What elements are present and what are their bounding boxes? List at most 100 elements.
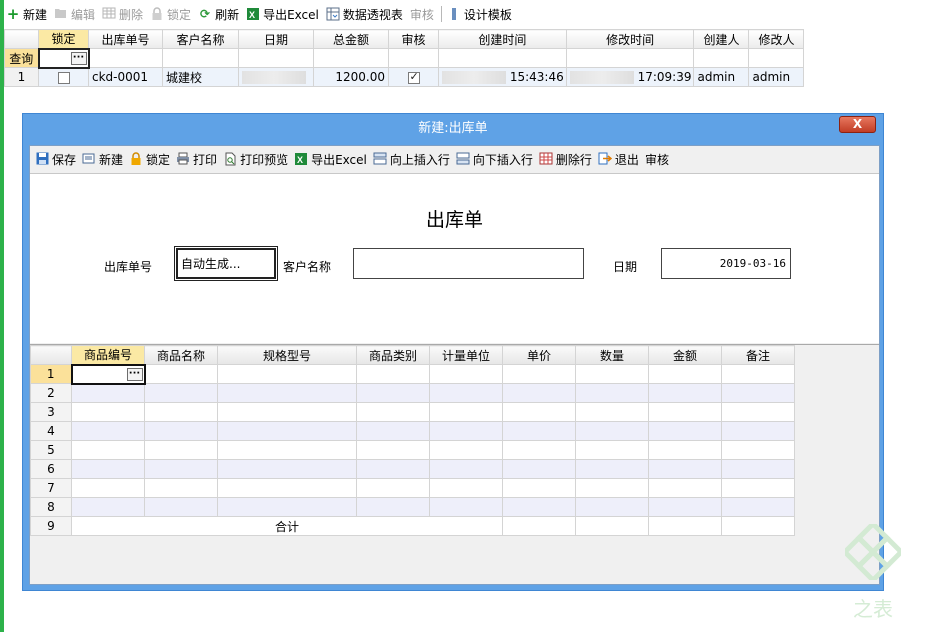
query-cell-modified-time[interactable] — [565, 48, 695, 68]
modifier-cell[interactable]: admin — [748, 67, 805, 87]
grid-cell[interactable] — [502, 497, 576, 517]
dialog-lock-button[interactable]: 锁定 — [129, 148, 170, 170]
column-header-spec-model[interactable]: 规格型号 — [217, 345, 357, 365]
column-header-product-category[interactable]: 商品类别 — [356, 345, 430, 365]
table-row[interactable]: 1 ··· — [30, 363, 795, 385]
table-row[interactable]: 8 — [30, 497, 795, 517]
grid-cell[interactable] — [502, 402, 576, 422]
grid-cell[interactable] — [71, 478, 145, 498]
grid-cell[interactable] — [429, 459, 503, 479]
grid-cell[interactable] — [144, 383, 218, 403]
grid-cell[interactable] — [429, 440, 503, 460]
column-header-remark[interactable]: 备注 — [721, 345, 795, 365]
total-cell[interactable]: 1200.00 — [313, 67, 389, 87]
grid-cell[interactable] — [144, 497, 218, 517]
grid-cell[interactable] — [71, 497, 145, 517]
ellipsis-button[interactable]: ··· — [70, 52, 87, 65]
dialog-export-excel-button[interactable]: X 导出Excel — [294, 148, 367, 170]
created-time-cell[interactable]: 15:43:46 — [438, 67, 567, 87]
design-template-button[interactable]: 设计模板 — [447, 3, 512, 25]
pivot-table-button[interactable]: 数据透视表 — [326, 3, 403, 25]
grid-cell[interactable] — [648, 421, 722, 441]
grid-cell[interactable] — [502, 478, 576, 498]
column-header-modified-time[interactable]: 修改时间 — [565, 29, 695, 49]
grid-cell[interactable] — [575, 459, 649, 479]
grid-cell[interactable] — [356, 459, 430, 479]
grid-cell[interactable] — [502, 421, 576, 441]
grid-cell[interactable] — [356, 421, 430, 441]
query-cell-creator[interactable] — [693, 48, 750, 68]
grid-cell[interactable] — [502, 440, 576, 460]
query-cell-customer[interactable] — [162, 48, 239, 68]
table-row[interactable]: 4 — [30, 421, 795, 441]
grid-cell[interactable] — [71, 402, 145, 422]
grid-cell[interactable] — [575, 478, 649, 498]
grid-cell[interactable] — [502, 383, 576, 403]
grid-cell[interactable] — [721, 478, 795, 498]
insert-row-below-button[interactable]: 向下插入行 — [456, 148, 533, 170]
column-header-unit-price[interactable]: 单价 — [502, 345, 576, 365]
column-header-creator[interactable]: 创建人 — [693, 29, 750, 49]
grid-cell[interactable] — [356, 440, 430, 460]
grid-cell[interactable] — [721, 497, 795, 517]
grid-cell[interactable] — [217, 459, 357, 479]
grid-cell[interactable] — [356, 478, 430, 498]
grid-cell[interactable] — [71, 459, 145, 479]
query-cell-locked[interactable]: ··· — [37, 47, 90, 69]
refresh-button[interactable]: ⟳ 刷新 — [198, 3, 239, 25]
grid-cell[interactable] — [356, 383, 430, 403]
grid-cell[interactable] — [575, 364, 649, 384]
insert-row-above-button[interactable]: 向上插入行 — [373, 148, 450, 170]
query-cell-created-time[interactable] — [438, 48, 567, 68]
table-row[interactable]: 5 — [30, 440, 795, 460]
column-header-unit[interactable]: 计量单位 — [429, 345, 503, 365]
grid-cell[interactable] — [648, 383, 722, 403]
dialog-new-button[interactable]: 新建 — [82, 148, 123, 170]
grid-cell[interactable] — [429, 383, 503, 403]
grid-cell[interactable] — [721, 383, 795, 403]
grid-cell[interactable] — [648, 440, 722, 460]
grid-cell[interactable] — [721, 402, 795, 422]
delete-button[interactable]: 删除 — [102, 3, 143, 25]
table-row[interactable]: 6 — [30, 459, 795, 479]
column-header-amount[interactable]: 金额 — [648, 345, 722, 365]
product-code-cell[interactable]: ··· — [70, 363, 146, 385]
grid-cell[interactable] — [502, 364, 576, 384]
grid-cell[interactable] — [648, 402, 722, 422]
save-button[interactable]: 保存 — [35, 148, 76, 170]
ellipsis-button[interactable]: ··· — [126, 368, 143, 381]
grid-cell[interactable] — [429, 402, 503, 422]
table-row[interactable]: 7 — [30, 478, 795, 498]
column-header-product-name[interactable]: 商品名称 — [144, 345, 218, 365]
column-header-date[interactable]: 日期 — [238, 29, 314, 49]
print-preview-button[interactable]: 打印预览 — [223, 148, 288, 170]
dialog-close-button[interactable]: X — [839, 116, 876, 133]
grid-cell[interactable] — [429, 421, 503, 441]
delete-row-button[interactable]: 删除行 — [539, 148, 592, 170]
creator-cell[interactable]: admin — [693, 67, 750, 87]
grid-cell[interactable] — [721, 421, 795, 441]
exit-button[interactable]: 退出 — [598, 148, 639, 170]
grid-cell[interactable] — [217, 440, 357, 460]
column-header-customer[interactable]: 客户名称 — [162, 29, 239, 49]
dialog-approve-button[interactable]: 审核 — [645, 148, 669, 170]
grid-cell[interactable] — [217, 364, 357, 384]
query-cell-total[interactable] — [313, 48, 389, 68]
query-cell-modifier[interactable] — [748, 48, 805, 68]
query-cell-order-no[interactable] — [88, 48, 163, 68]
export-excel-button[interactable]: X 导出Excel — [246, 3, 319, 25]
edit-button[interactable]: 编辑 — [54, 3, 95, 25]
grid-cell[interactable] — [721, 364, 795, 384]
grid-cell[interactable] — [648, 497, 722, 517]
modified-time-cell[interactable]: 17:09:39 — [565, 67, 695, 87]
approve-button[interactable]: 审核 — [410, 3, 434, 25]
grid-cell[interactable] — [217, 383, 357, 403]
lock-button[interactable]: 锁定 — [150, 3, 191, 25]
grid-cell[interactable] — [575, 383, 649, 403]
grid-cell[interactable] — [648, 478, 722, 498]
column-header-quantity[interactable]: 数量 — [575, 345, 649, 365]
table-row[interactable]: 3 — [30, 402, 795, 422]
grid-cell[interactable] — [144, 478, 218, 498]
column-header-modifier[interactable]: 修改人 — [748, 29, 805, 49]
approved-checkbox[interactable] — [407, 70, 420, 84]
